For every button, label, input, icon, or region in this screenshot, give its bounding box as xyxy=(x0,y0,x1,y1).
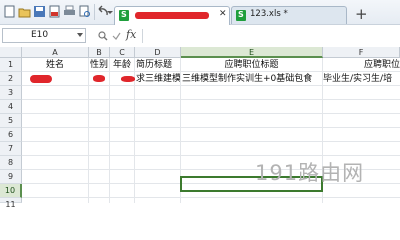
formula-bar: E10 fx xyxy=(0,25,400,48)
spreadsheet-grid[interactable]: A B C D E F 1 2 3 4 5 6 7 8 9 10 11 姓名 性… xyxy=(0,47,400,209)
row-header-7[interactable]: 7 xyxy=(0,142,22,156)
column-header-e[interactable]: E xyxy=(181,47,323,58)
cell-a1[interactable]: 姓名 xyxy=(22,58,88,72)
quick-access-toolbar: ✕ 123.xls * + xyxy=(0,0,400,25)
row-header-6[interactable]: 6 xyxy=(0,128,22,142)
cell-d2[interactable]: 求三维建模 xyxy=(136,72,180,86)
save-icon[interactable] xyxy=(33,5,46,18)
name-box[interactable]: E10 xyxy=(2,28,86,43)
cell-c1[interactable]: 年龄 xyxy=(110,58,134,72)
new-tab-button[interactable]: + xyxy=(355,7,368,22)
export-pdf-icon[interactable] xyxy=(48,5,61,18)
row-header-5[interactable]: 5 xyxy=(0,114,22,128)
row-header-10[interactable]: 10 xyxy=(0,184,22,198)
watermark-text: 191路由网 xyxy=(255,161,365,185)
cell-b1[interactable]: 性别 xyxy=(89,58,109,72)
column-header-b[interactable]: B xyxy=(89,47,110,58)
cell-f2[interactable]: 毕业生/实习生/培 xyxy=(323,72,400,86)
fx-icon[interactable]: fx xyxy=(126,28,136,41)
cell-f1[interactable]: 应聘职位 xyxy=(323,58,400,72)
select-all-corner[interactable] xyxy=(0,47,22,58)
redacted-cell-b2[interactable] xyxy=(93,75,105,82)
cell-e1[interactable]: 应聘职位标题 xyxy=(181,58,322,72)
new-document-icon[interactable] xyxy=(3,5,16,18)
column-header-a[interactable]: A xyxy=(22,47,89,58)
cell-d1[interactable]: 简历标题 xyxy=(136,58,180,72)
name-box-value: E10 xyxy=(31,30,49,40)
row-header-3[interactable]: 3 xyxy=(0,86,22,100)
tab-123-xls[interactable]: 123.xls * xyxy=(231,6,347,24)
formula-divider xyxy=(142,29,143,43)
redacted-cell-a2[interactable] xyxy=(30,75,52,83)
print-icon[interactable] xyxy=(63,5,76,18)
zoom-icon[interactable] xyxy=(98,31,108,41)
undo-dropdown-icon[interactable] xyxy=(107,5,113,18)
row-header-2[interactable]: 2 xyxy=(0,72,22,86)
tab-label: 123.xls * xyxy=(250,9,288,19)
column-header-c[interactable]: C xyxy=(110,47,135,58)
row-header-9[interactable]: 9 xyxy=(0,170,22,184)
chevron-down-icon[interactable] xyxy=(77,33,83,37)
row-header-1[interactable]: 1 xyxy=(0,58,22,72)
spreadsheet-icon xyxy=(236,10,246,21)
spreadsheet-icon xyxy=(119,10,129,21)
redacted-tab-title xyxy=(135,12,209,19)
row-header-4[interactable]: 4 xyxy=(0,100,22,114)
column-header-f[interactable]: F xyxy=(323,47,400,58)
toolbar-separator xyxy=(94,4,95,20)
cell-e2[interactable]: 三维模型制作实训生+0基础包食 xyxy=(182,72,322,86)
row-header-8[interactable]: 8 xyxy=(0,156,22,170)
column-header-d[interactable]: D xyxy=(135,47,181,58)
folder-icon[interactable] xyxy=(18,5,31,18)
row-header-11[interactable]: 11 xyxy=(0,198,22,209)
tab-current-document[interactable]: ✕ xyxy=(114,6,230,25)
close-tab-icon[interactable]: ✕ xyxy=(219,9,227,19)
function-wizard-icon[interactable] xyxy=(112,31,121,41)
print-preview-icon[interactable] xyxy=(78,5,91,18)
redacted-cell-c2[interactable] xyxy=(121,76,135,82)
